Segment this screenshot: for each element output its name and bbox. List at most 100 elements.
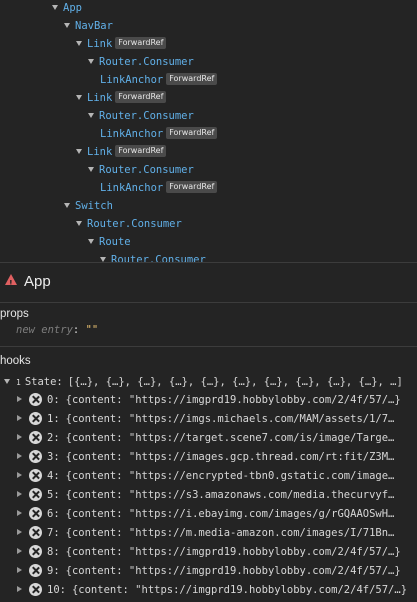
forwardref-badge: ForwardRef xyxy=(166,73,218,85)
item-value: {content: "https://images.gcp.thread.com… xyxy=(65,451,395,463)
forwardref-badge: ForwardRef xyxy=(166,181,218,193)
item-value: {content: "https://target.scene7.com/is/… xyxy=(65,432,395,444)
item-value: {content: "https://encrypted-tbn0.gstati… xyxy=(65,470,395,482)
expand-toggle-icon[interactable] xyxy=(88,58,94,64)
tree-node-label: LinkAnchor xyxy=(100,182,164,194)
tree-node-router-consumer[interactable]: Router.Consumer xyxy=(88,107,194,125)
expand-toggle-icon[interactable] xyxy=(64,202,70,208)
tree-node-switch[interactable]: Switch xyxy=(64,197,113,215)
tree-node-label: Route xyxy=(99,236,131,248)
inspector-panel: App props new entry: "" hooks 1State: [{…… xyxy=(0,263,417,602)
expand-arrow-icon[interactable] xyxy=(17,567,22,573)
expand-arrow-icon[interactable] xyxy=(17,453,22,459)
expand-toggle-icon[interactable] xyxy=(76,94,82,100)
tree-node-link[interactable]: Link ForwardRef xyxy=(76,89,167,107)
section-divider xyxy=(0,302,417,303)
state-array-item[interactable]: 6: {content: "https://i.ebayimg.com/image… xyxy=(17,505,394,524)
tree-node-linkanchor[interactable]: LinkAnchor ForwardRef xyxy=(100,125,218,143)
expand-toggle-icon[interactable] xyxy=(88,238,94,244)
delete-item-icon[interactable] xyxy=(29,430,42,444)
item-index: 1: xyxy=(47,413,60,425)
item-index: 4: xyxy=(47,470,60,482)
expand-toggle-icon[interactable] xyxy=(88,166,94,172)
state-array-item[interactable]: 5: {content: "https://s3.amazonaws.com/me… xyxy=(17,486,394,505)
hook-id: 1 xyxy=(16,378,21,387)
expand-arrow-icon[interactable] xyxy=(17,529,22,535)
new-entry-key[interactable]: new entry xyxy=(16,324,73,336)
tree-node-route[interactable]: Route xyxy=(88,233,131,251)
expand-arrow-icon[interactable] xyxy=(17,510,22,516)
tree-node-label: Router.Consumer xyxy=(99,56,194,68)
item-value: {content: "https://imgprd19.hobbylobby.c… xyxy=(65,546,401,558)
expand-toggle-icon[interactable] xyxy=(4,378,10,384)
tree-node-label: NavBar xyxy=(75,20,113,32)
state-array-item[interactable]: 3: {content: "https://images.gcp.thread.c… xyxy=(17,448,394,467)
state-array-item[interactable]: 0: {content: "https://imgprd19.hobbylobby… xyxy=(17,391,401,410)
tree-node-label: LinkAnchor xyxy=(100,74,164,86)
state-array-item[interactable]: 1: {content: "https://imgs.michaels.com/M… xyxy=(17,410,394,429)
component-tree: App NavBar Link ForwardRef Router.Consumer Li… xyxy=(0,0,417,262)
item-index: 8: xyxy=(47,546,60,558)
tree-node-router-consumer[interactable]: Router.Consumer xyxy=(76,215,182,233)
expand-toggle-icon[interactable] xyxy=(76,220,82,226)
item-value: {content: "https://imgs.michaels.com/MAM… xyxy=(65,413,395,425)
item-index: 5: xyxy=(47,489,60,501)
expand-toggle-icon[interactable] xyxy=(64,22,70,28)
delete-item-icon[interactable] xyxy=(29,411,42,425)
item-index: 7: xyxy=(47,527,60,539)
props-section-label: props xyxy=(0,308,29,320)
delete-item-icon[interactable] xyxy=(29,392,42,406)
delete-item-icon[interactable] xyxy=(29,468,42,482)
delete-item-icon[interactable] xyxy=(29,487,42,501)
expand-toggle-icon[interactable] xyxy=(100,256,106,262)
expand-arrow-icon[interactable] xyxy=(17,586,22,592)
state-array-item[interactable]: 7: {content: "https://m.media-amazon.com/… xyxy=(17,524,394,543)
new-entry-value[interactable]: "" xyxy=(86,324,99,336)
item-value: {content: "https://s3.amazonaws.com/medi… xyxy=(65,489,395,501)
tree-node-label: Router.Consumer xyxy=(87,218,182,230)
item-value: {content: "https://i.ebayimg.com/images/… xyxy=(65,508,395,520)
state-array-item[interactable]: 4: {content: "https://encrypted-tbn0.gsta… xyxy=(17,467,394,486)
delete-item-icon[interactable] xyxy=(29,525,42,539)
state-array-item[interactable]: 8: {content: "https://imgprd19.hobbylobby… xyxy=(17,543,401,562)
state-array-item[interactable]: 9: {content: "https://imgprd19.hobbylobby… xyxy=(17,562,401,581)
item-value: {content: "https://imgprd19.hobbylobby.c… xyxy=(71,584,408,596)
delete-item-icon[interactable] xyxy=(29,449,42,463)
tree-node-linkanchor[interactable]: LinkAnchor ForwardRef xyxy=(100,71,218,89)
expand-arrow-icon[interactable] xyxy=(17,434,22,440)
state-array-item[interactable]: 2: {content: "https://target.scene7.com/i… xyxy=(17,429,394,448)
tree-node-label: LinkAnchor xyxy=(100,128,164,140)
expand-arrow-icon[interactable] xyxy=(17,472,22,478)
tree-node-link[interactable]: Link ForwardRef xyxy=(76,143,167,161)
forwardref-badge: ForwardRef xyxy=(166,127,218,139)
state-hook-row[interactable]: 1 State: [{…}, {…}, {…}, {…}, {…}, {…}, {…… xyxy=(4,374,403,390)
tree-node-router-consumer[interactable]: Router.Consumer xyxy=(88,53,194,71)
item-index: 10: xyxy=(47,584,66,596)
delete-item-icon[interactable] xyxy=(29,544,42,558)
forwardref-badge: ForwardRef xyxy=(115,91,167,103)
delete-item-icon[interactable] xyxy=(29,582,42,596)
new-prop-entry[interactable]: new entry: "" xyxy=(16,324,98,336)
tree-node-linkanchor[interactable]: LinkAnchor ForwardRef xyxy=(100,179,218,197)
expand-arrow-icon[interactable] xyxy=(17,396,22,402)
tree-node-router-consumer[interactable]: Router.Consumer xyxy=(100,251,206,262)
expand-toggle-icon[interactable] xyxy=(76,148,82,154)
tree-node-router-consumer[interactable]: Router.Consumer xyxy=(88,161,194,179)
expand-toggle-icon[interactable] xyxy=(88,112,94,118)
new-entry-colon: : xyxy=(72,324,80,336)
expand-arrow-icon[interactable] xyxy=(17,491,22,497)
expand-toggle-icon[interactable] xyxy=(76,40,82,46)
item-index: 9: xyxy=(47,565,60,577)
expand-arrow-icon[interactable] xyxy=(17,415,22,421)
tree-node-link[interactable]: Link ForwardRef xyxy=(76,35,167,53)
item-index: 0: xyxy=(47,394,60,406)
item-index: 6: xyxy=(47,508,60,520)
delete-item-icon[interactable] xyxy=(29,563,42,577)
tree-node-navbar[interactable]: NavBar xyxy=(64,17,113,35)
expand-arrow-icon[interactable] xyxy=(17,548,22,554)
state-array-item[interactable]: 10: {content: "https://imgprd19.hobbylobb… xyxy=(17,581,407,600)
delete-item-icon[interactable] xyxy=(29,506,42,520)
tree-node-app[interactable]: App xyxy=(52,0,82,17)
expand-toggle-icon[interactable] xyxy=(52,4,58,10)
tree-node-label: Router.Consumer xyxy=(99,110,194,122)
